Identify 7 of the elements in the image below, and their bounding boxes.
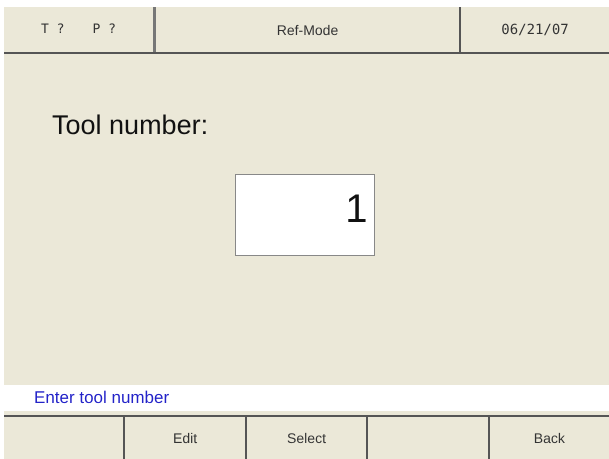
status-text: Enter tool number [34, 388, 170, 408]
prompt-label: Tool number: [52, 110, 210, 141]
input-field[interactable]: 1 [234, 174, 374, 256]
position-indicator: P ? [92, 22, 116, 37]
tool-indicator: T ? [41, 22, 64, 37]
date-label: 06/21/07 [500, 20, 570, 40]
mode-title: Ref-Mode [156, 7, 461, 52]
